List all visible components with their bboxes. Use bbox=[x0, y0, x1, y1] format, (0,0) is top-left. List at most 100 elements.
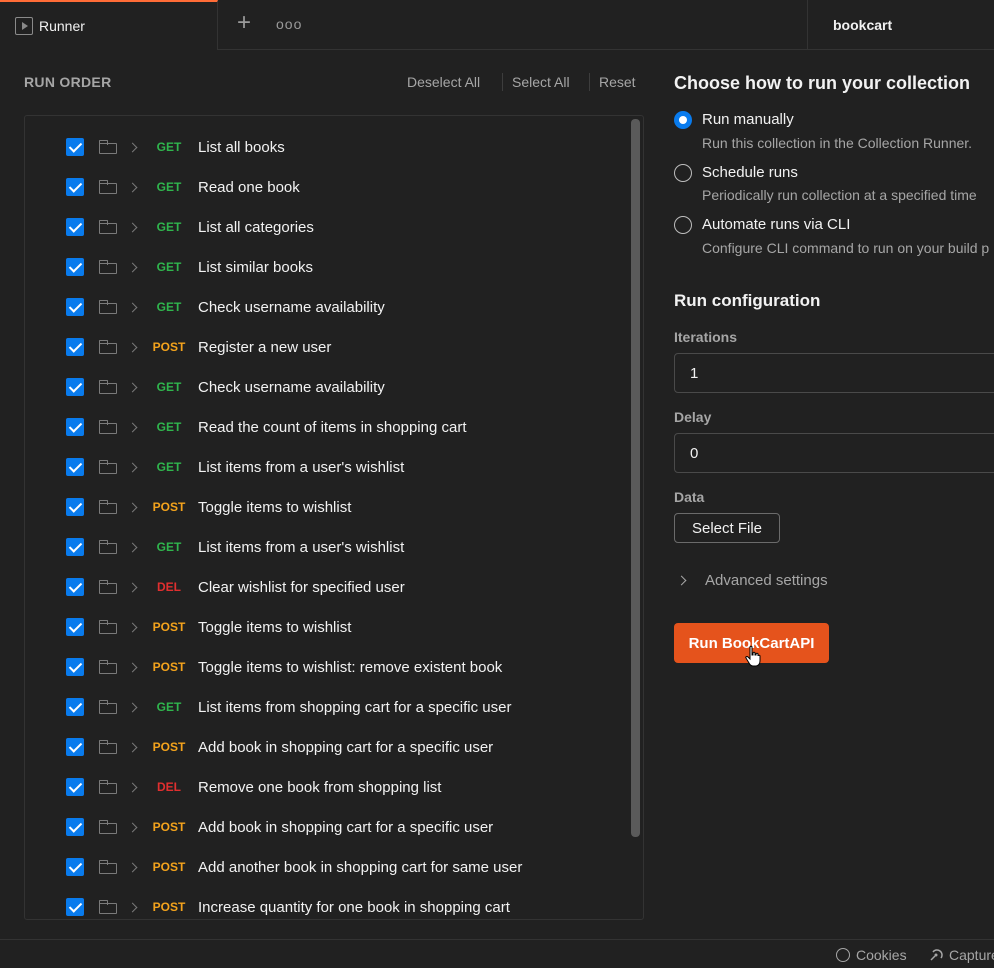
chevron-right-icon[interactable] bbox=[127, 502, 138, 512]
chevron-right-icon[interactable] bbox=[127, 422, 138, 432]
request-checkbox[interactable] bbox=[66, 418, 84, 436]
cookies-label: Cookies bbox=[856, 947, 907, 963]
chevron-right-icon[interactable] bbox=[127, 822, 138, 832]
request-checkbox[interactable] bbox=[66, 338, 84, 356]
chevron-right-icon[interactable] bbox=[127, 382, 138, 392]
chevron-right-icon[interactable] bbox=[127, 622, 138, 632]
request-name: Add book in shopping cart for a specific… bbox=[198, 738, 494, 756]
option-label-automate-cli[interactable]: Automate runs via CLI bbox=[702, 216, 850, 233]
iterations-input[interactable] bbox=[674, 353, 994, 393]
tab-runner-label: Runner bbox=[39, 18, 85, 34]
folder-icon bbox=[99, 340, 117, 354]
chevron-right-icon[interactable] bbox=[127, 782, 138, 792]
request-row[interactable]: POST Add another book in shopping cart fo… bbox=[25, 847, 625, 887]
request-name: List all books bbox=[198, 138, 285, 156]
request-checkbox[interactable] bbox=[66, 898, 84, 916]
request-list: GET List all books GET Read one book GET List… bbox=[24, 115, 644, 920]
request-checkbox[interactable] bbox=[66, 818, 84, 836]
request-name: List items from a user's wishlist bbox=[198, 458, 405, 476]
request-checkbox[interactable] bbox=[66, 258, 84, 276]
collection-name[interactable]: bookcart bbox=[807, 0, 994, 50]
chevron-right-icon[interactable] bbox=[127, 742, 138, 752]
request-checkbox[interactable] bbox=[66, 618, 84, 636]
chevron-right-icon[interactable] bbox=[127, 302, 138, 312]
folder-icon bbox=[99, 660, 117, 674]
request-row[interactable]: GET List items from a user's wishlist bbox=[25, 527, 625, 567]
option-label-schedule-runs[interactable]: Schedule runs bbox=[702, 164, 798, 181]
request-row[interactable]: POST Add book in shopping cart for a spec… bbox=[25, 727, 625, 767]
chevron-right-icon[interactable] bbox=[127, 462, 138, 472]
chevron-right-icon[interactable] bbox=[127, 262, 138, 272]
request-row[interactable]: GET List similar books bbox=[25, 247, 625, 287]
request-method: POST bbox=[152, 740, 186, 754]
request-checkbox[interactable] bbox=[66, 698, 84, 716]
folder-icon bbox=[99, 260, 117, 274]
request-method: POST bbox=[152, 500, 186, 514]
chevron-right-icon[interactable] bbox=[127, 542, 138, 552]
chevron-right-icon[interactable] bbox=[676, 575, 687, 586]
request-checkbox[interactable] bbox=[66, 498, 84, 516]
chevron-right-icon[interactable] bbox=[127, 142, 138, 152]
radio-automate-cli[interactable] bbox=[674, 216, 692, 234]
request-row[interactable]: POST Toggle items to wishlist: remove exi… bbox=[25, 647, 625, 687]
chevron-right-icon[interactable] bbox=[127, 902, 138, 912]
chevron-right-icon[interactable] bbox=[127, 702, 138, 712]
request-checkbox[interactable] bbox=[66, 178, 84, 196]
chevron-right-icon[interactable] bbox=[127, 342, 138, 352]
request-method: POST bbox=[152, 820, 186, 834]
request-row[interactable]: GET List all categories bbox=[25, 207, 625, 247]
request-name: Check username availability bbox=[198, 378, 385, 396]
chevron-right-icon[interactable] bbox=[127, 182, 138, 192]
advanced-settings-toggle[interactable]: Advanced settings bbox=[705, 572, 828, 589]
request-row[interactable]: GET Read one book bbox=[25, 167, 625, 207]
request-checkbox[interactable] bbox=[66, 858, 84, 876]
select-all-button[interactable]: Select All bbox=[512, 74, 570, 90]
radio-run-manually[interactable] bbox=[674, 111, 692, 129]
request-row[interactable]: DEL Remove one book from shopping list bbox=[25, 767, 625, 807]
request-row[interactable]: DEL Clear wishlist for specified user bbox=[25, 567, 625, 607]
delay-input[interactable] bbox=[674, 433, 994, 473]
folder-icon bbox=[99, 140, 117, 154]
request-row[interactable]: GET List items from a user's wishlist bbox=[25, 447, 625, 487]
request-row[interactable]: GET Check username availability bbox=[25, 367, 625, 407]
request-checkbox[interactable] bbox=[66, 458, 84, 476]
cookies-button[interactable]: Cookies bbox=[836, 947, 907, 963]
more-tabs-button[interactable]: ooo bbox=[276, 12, 302, 36]
request-row[interactable]: POST Register a new user bbox=[25, 327, 625, 367]
new-tab-button[interactable]: + bbox=[232, 11, 256, 37]
request-method: GET bbox=[156, 540, 182, 554]
capture-button[interactable]: Capture bbox=[929, 947, 994, 963]
chevron-right-icon[interactable] bbox=[127, 222, 138, 232]
request-row[interactable]: POST Toggle items to wishlist bbox=[25, 607, 625, 647]
select-file-button[interactable]: Select File bbox=[674, 513, 780, 543]
hand-cursor-icon bbox=[745, 645, 761, 667]
request-checkbox[interactable] bbox=[66, 298, 84, 316]
request-row[interactable]: GET List items from shopping cart for a s… bbox=[25, 687, 625, 727]
request-method: POST bbox=[152, 860, 186, 874]
list-scrollbar[interactable] bbox=[631, 119, 640, 837]
request-checkbox[interactable] bbox=[66, 378, 84, 396]
request-row[interactable]: GET Check username availability bbox=[25, 287, 625, 327]
deselect-all-button[interactable]: Deselect All bbox=[407, 74, 480, 90]
cookie-icon bbox=[836, 948, 850, 962]
request-row[interactable]: GET List all books bbox=[25, 127, 625, 167]
request-checkbox[interactable] bbox=[66, 778, 84, 796]
request-checkbox[interactable] bbox=[66, 538, 84, 556]
chevron-right-icon[interactable] bbox=[127, 862, 138, 872]
chevron-right-icon[interactable] bbox=[127, 662, 138, 672]
request-checkbox[interactable] bbox=[66, 138, 84, 156]
chevron-right-icon[interactable] bbox=[127, 582, 138, 592]
request-checkbox[interactable] bbox=[66, 658, 84, 676]
option-label-run-manually[interactable]: Run manually bbox=[702, 111, 794, 128]
request-checkbox[interactable] bbox=[66, 218, 84, 236]
reset-button[interactable]: Reset bbox=[599, 74, 636, 90]
tab-runner[interactable]: Runner bbox=[0, 0, 218, 50]
request-row[interactable]: POST Add book in shopping cart for a spec… bbox=[25, 807, 625, 847]
radio-schedule-runs[interactable] bbox=[674, 164, 692, 182]
request-checkbox[interactable] bbox=[66, 738, 84, 756]
request-checkbox[interactable] bbox=[66, 578, 84, 596]
run-mode-heading: Choose how to run your collection bbox=[674, 73, 971, 93]
request-row[interactable]: POST Increase quantity for one book in sh… bbox=[25, 887, 625, 919]
request-row[interactable]: GET Read the count of items in shopping c… bbox=[25, 407, 625, 447]
request-row[interactable]: POST Toggle items to wishlist bbox=[25, 487, 625, 527]
